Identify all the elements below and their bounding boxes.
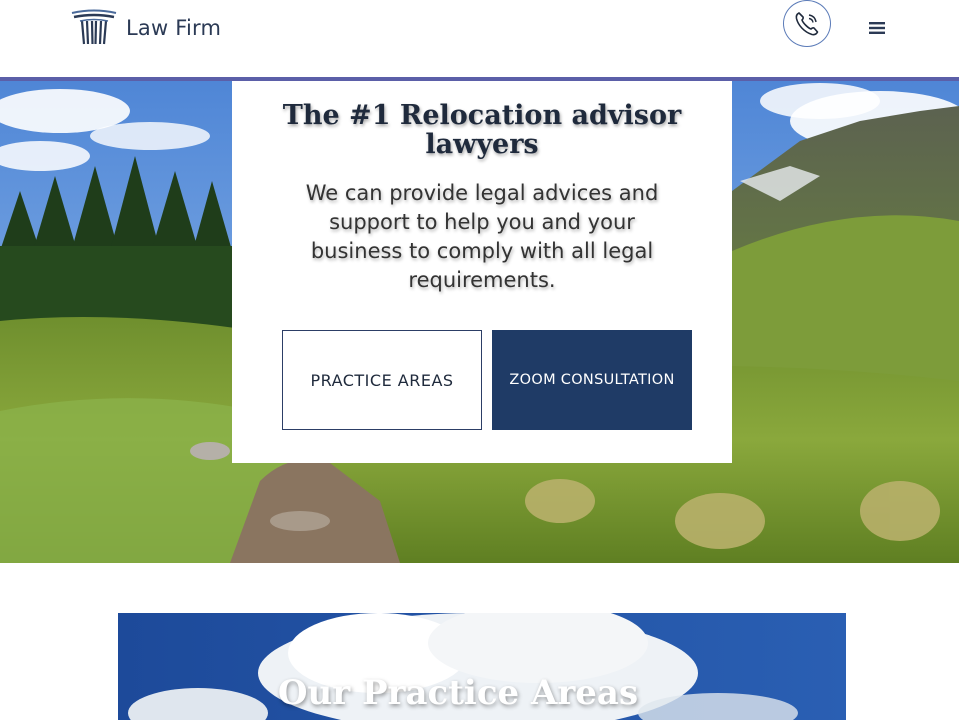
hero-title: The #1 Relocation advisor lawyers (282, 100, 682, 160)
practice-areas-section: Our Practice Areas (118, 613, 846, 720)
practice-areas-button[interactable]: PRACTICE AREAS (282, 330, 482, 430)
hero-section: The #1 Relocation advisor lawyers We can… (0, 81, 959, 563)
logo-text: Law Firm (126, 16, 222, 40)
logo[interactable]: Law Firm (70, 9, 221, 47)
pillar-icon (71, 9, 117, 45)
zoom-consultation-button[interactable]: ZOOM CONSULTATION (492, 330, 692, 430)
hamburger-menu-icon (869, 22, 885, 34)
practice-areas-title: Our Practice Areas (277, 673, 639, 713)
phone-icon (795, 11, 819, 35)
hero-subtitle: We can provide legal advices and support… (305, 181, 659, 292)
site-header: Law Firm (0, 0, 959, 77)
phone-button[interactable] (783, 0, 831, 47)
hero-card: The #1 Relocation advisor lawyers We can… (232, 81, 732, 463)
menu-button[interactable] (866, 18, 888, 38)
